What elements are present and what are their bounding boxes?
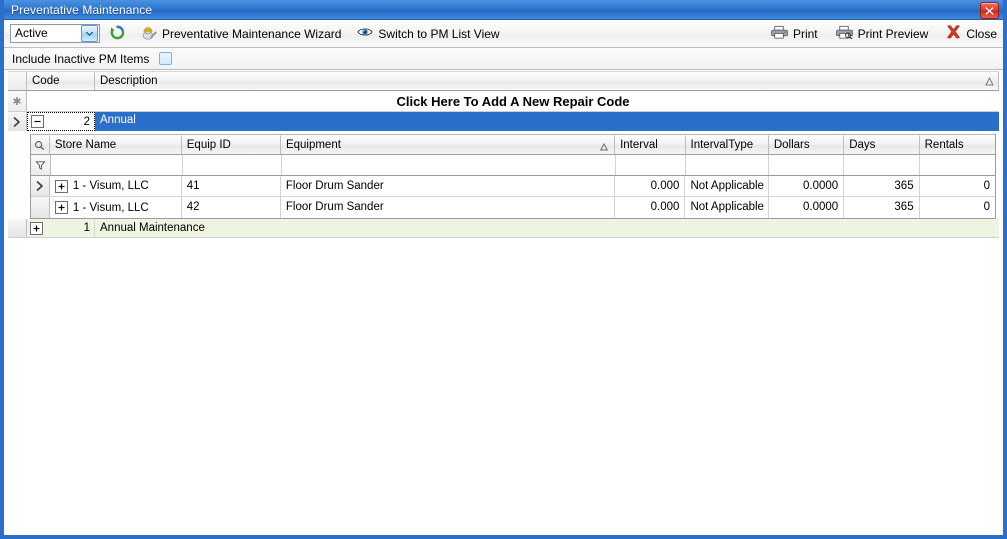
row-indicator-arrow-icon bbox=[8, 112, 27, 131]
window-close-button[interactable] bbox=[980, 2, 999, 19]
add-new-repair-code-label: Click Here To Add A New Repair Code bbox=[396, 93, 630, 109]
column-header-interval-type[interactable]: IntervalType bbox=[685, 135, 769, 154]
pm-wizard-label: Preventative Maintenance Wizard bbox=[162, 26, 342, 41]
row-indicator-blank bbox=[31, 197, 50, 218]
status-filter-dropdown[interactable]: Active bbox=[10, 24, 100, 43]
row-indicator-current-icon bbox=[31, 176, 50, 196]
column-header-description[interactable]: Description bbox=[95, 72, 999, 90]
grid-sort-corner-icon[interactable] bbox=[984, 75, 995, 90]
column-header-equip-id[interactable]: Equip ID bbox=[181, 135, 281, 154]
row-code-cell[interactable]: 1 bbox=[27, 219, 95, 237]
options-bar: Include Inactive PM Items bbox=[4, 48, 1003, 70]
printer-icon bbox=[771, 25, 788, 42]
filter-input-equip-id[interactable] bbox=[182, 155, 282, 175]
cell-equipment: Floor Drum Sander bbox=[281, 176, 615, 196]
print-button[interactable]: Print bbox=[771, 25, 818, 42]
row-description-value: Annual Maintenance bbox=[100, 222, 205, 234]
column-header-dollars[interactable]: Dollars bbox=[768, 135, 845, 154]
row-indicator-blank bbox=[8, 219, 27, 237]
table-row[interactable]: 1 Annual Maintenance bbox=[8, 219, 999, 238]
table-row[interactable]: 1 - Visum, LLC 42 Floor Drum Sander 0.00… bbox=[31, 197, 995, 218]
cell-equipment: Floor Drum Sander bbox=[281, 197, 615, 218]
cell-store-name: 1 - Visum, LLC bbox=[50, 176, 182, 196]
print-preview-button[interactable]: Print Preview bbox=[835, 25, 929, 42]
filter-input-interval[interactable] bbox=[615, 155, 686, 175]
outer-header-indicator-corner bbox=[8, 72, 27, 90]
cell-rentals: 0 bbox=[983, 201, 991, 213]
wizard-hardhat-icon bbox=[141, 24, 157, 43]
include-inactive-label: Include Inactive PM Items bbox=[12, 51, 150, 66]
expand-icon[interactable] bbox=[54, 179, 68, 193]
cell-days: 365 bbox=[844, 176, 920, 196]
detail-grid-header: Store Name Equip ID Equipment Interval I… bbox=[31, 135, 996, 155]
close-button[interactable]: Close bbox=[946, 25, 997, 42]
filter-input-rentals[interactable] bbox=[919, 155, 995, 175]
print-preview-label: Print Preview bbox=[857, 26, 929, 41]
switch-to-pm-list-view-button[interactable]: Switch to PM List View bbox=[357, 26, 500, 41]
row-code-cell[interactable]: 2 bbox=[27, 112, 95, 131]
sort-ascending-icon bbox=[599, 140, 609, 154]
collapse-icon[interactable] bbox=[31, 115, 44, 128]
table-row[interactable]: 2 Annual bbox=[8, 112, 999, 131]
cell-interval: 0.000 bbox=[615, 197, 686, 218]
cell-equip-id: 41 bbox=[182, 176, 281, 196]
chevron-down-icon[interactable] bbox=[81, 25, 98, 42]
column-header-interval[interactable]: Interval bbox=[615, 135, 686, 154]
grid-empty-area bbox=[8, 238, 999, 518]
filter-input-equipment[interactable] bbox=[281, 155, 616, 175]
cell-interval-type: Not Applicable bbox=[685, 197, 769, 218]
cell-days: 365 bbox=[844, 197, 920, 218]
detail-grid-filter-row bbox=[31, 155, 995, 176]
row-code-value: 1 bbox=[83, 222, 90, 234]
close-label: Close bbox=[966, 26, 997, 41]
add-new-repair-code-row[interactable]: ✱ Click Here To Add A New Repair Code bbox=[8, 91, 999, 112]
cell-store-name-value: 1 - Visum, LLC bbox=[72, 201, 149, 214]
expand-icon[interactable] bbox=[54, 201, 68, 214]
filter-input-interval-type[interactable] bbox=[685, 155, 770, 175]
column-header-rentals[interactable]: Rentals bbox=[919, 135, 996, 154]
new-row-asterisk-icon: ✱ bbox=[8, 91, 27, 111]
refresh-button[interactable] bbox=[110, 25, 125, 43]
preventative-maintenance-window: Preventative Maintenance Active Preventa… bbox=[0, 0, 1007, 539]
main-toolbar: Active Preventative Maintenance Wizard S… bbox=[4, 20, 1003, 48]
close-icon bbox=[985, 7, 994, 15]
detail-grid-container: Store Name Equip ID Equipment Interval I… bbox=[8, 131, 999, 219]
column-header-equipment[interactable]: Equipment bbox=[280, 135, 616, 154]
table-row[interactable]: 1 - Visum, LLC 41 Floor Drum Sander 0.00… bbox=[31, 176, 995, 197]
include-inactive-checkbox[interactable] bbox=[159, 52, 173, 65]
cell-interval-type: Not Applicable bbox=[685, 176, 769, 196]
cell-interval: 0.000 bbox=[615, 176, 686, 196]
close-x-icon bbox=[946, 25, 961, 42]
row-code-value: 2 bbox=[83, 115, 90, 128]
cell-rentals: 0 bbox=[983, 180, 991, 192]
toolbar-right-group: Print Print Preview Close bbox=[753, 25, 997, 42]
row-description-value: Annual bbox=[100, 114, 136, 126]
print-preview-icon bbox=[835, 25, 853, 42]
refresh-icon bbox=[110, 25, 125, 43]
pm-wizard-button[interactable]: Preventative Maintenance Wizard bbox=[141, 24, 341, 43]
status-filter-value: Active bbox=[15, 26, 48, 40]
outer-grid-header: Code Description bbox=[8, 71, 999, 91]
filter-funnel-icon[interactable] bbox=[31, 155, 51, 175]
column-header-store-name[interactable]: Store Name bbox=[49, 135, 182, 154]
switch-view-label: Switch to PM List View bbox=[378, 26, 500, 41]
cell-store-name-value: 1 - Visum, LLC bbox=[72, 180, 149, 192]
filter-input-days[interactable] bbox=[844, 155, 920, 175]
find-panel-icon[interactable] bbox=[31, 135, 50, 154]
title-bar: Preventative Maintenance bbox=[4, 0, 1003, 20]
expand-icon[interactable] bbox=[30, 221, 43, 235]
pm-items-grid: Store Name Equip ID Equipment Interval I… bbox=[30, 134, 996, 219]
column-header-days[interactable]: Days bbox=[844, 135, 920, 154]
window-title: Preventative Maintenance bbox=[11, 2, 153, 17]
cell-equip-id: 42 bbox=[182, 197, 281, 218]
repair-code-grid: Code Description ✱ Click Here To Add A N… bbox=[8, 71, 999, 531]
eye-icon bbox=[357, 26, 374, 41]
column-header-code[interactable]: Code bbox=[27, 72, 95, 90]
print-label: Print bbox=[792, 26, 818, 41]
cell-dollars: 0.0000 bbox=[769, 197, 845, 218]
cell-dollars: 0.0000 bbox=[769, 176, 845, 196]
filter-input-dollars[interactable] bbox=[769, 155, 845, 175]
cell-store-name: 1 - Visum, LLC bbox=[50, 197, 182, 218]
filter-input-store-name[interactable] bbox=[50, 155, 183, 175]
